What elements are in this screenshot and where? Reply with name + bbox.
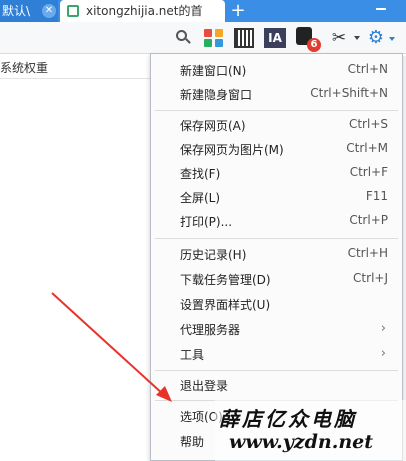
ia-icon[interactable]: IA	[264, 28, 286, 48]
menu-item-label: 保存网页(A)	[180, 119, 246, 133]
extension-badge: 6	[307, 38, 321, 52]
scissors-icon[interactable]: ✂	[329, 28, 349, 48]
menu-item-label: 帮助	[180, 435, 205, 449]
menu-item-label: 历史记录(H)	[180, 248, 247, 262]
menu-item-label: 代理服务器	[180, 323, 241, 337]
menu-item-label: 新建窗口(N)	[180, 64, 247, 78]
menu-item-print[interactable]: 打印(P)... Ctrl+P	[151, 209, 402, 233]
menu-item-new-window[interactable]: 新建窗口(N) Ctrl+N	[151, 58, 402, 82]
gear-icon[interactable]: ⚙	[366, 28, 386, 48]
favicon-icon	[67, 5, 79, 17]
menu-separator	[155, 238, 398, 239]
menu-item-shortcut: Ctrl+Shift+N	[310, 86, 388, 100]
menu-item-ui-style[interactable]: 设置界面样式(U)	[151, 292, 402, 316]
menu-item-save-page[interactable]: 保存网页(A) Ctrl+S	[151, 113, 402, 137]
minimize-icon[interactable]	[376, 8, 386, 10]
menu-item-shortcut: Ctrl+P	[349, 213, 388, 227]
menu-item-shortcut: Ctrl+N	[347, 62, 388, 76]
menu-separator	[155, 110, 398, 111]
menu-item-label: 保存网页为图片(M)	[180, 143, 284, 157]
page-partial-text: 系统权重	[0, 61, 49, 75]
menu-item-label: 打印(P)...	[180, 215, 233, 229]
search-icon[interactable]	[173, 28, 193, 48]
menu-item-label: 全屏(L)	[180, 191, 221, 205]
watermark-url: www.yzdn.net	[229, 431, 373, 453]
tab-label: 默认\	[2, 4, 31, 18]
browser-toolbar: IA ✂ ⚙	[0, 22, 406, 54]
menu-item-label: 下载任务管理(D)	[180, 273, 271, 287]
annotation-arrow-line	[51, 292, 165, 396]
menu-item-shortcut: Ctrl+F	[349, 165, 388, 179]
new-tab-button[interactable]: +	[229, 2, 247, 20]
menu-item-label: 新建隐身窗口	[180, 88, 253, 102]
watermark-title: 薛店亿众电脑	[219, 407, 357, 431]
menu-item-fullscreen[interactable]: 全屏(L) F11	[151, 185, 402, 209]
menu-item-shortcut: Ctrl+J	[353, 271, 388, 285]
menu-item-new-incognito-window[interactable]: 新建隐身窗口 Ctrl+Shift+N	[151, 82, 402, 106]
apps-icon[interactable]	[203, 28, 223, 48]
tab-active[interactable]: 默认\ ✕	[0, 0, 58, 22]
qr-code-icon[interactable]	[234, 28, 254, 48]
menu-separator	[155, 370, 398, 371]
close-icon[interactable]: ✕	[42, 4, 56, 18]
menu-item-history[interactable]: 历史记录(H) Ctrl+H	[151, 242, 402, 266]
menu-item-label: 查找(F)	[180, 167, 221, 181]
menu-item-proxy-server[interactable]: 代理服务器 ›	[151, 317, 402, 341]
menu-item-shortcut: Ctrl+H	[347, 246, 388, 260]
menu-item-tools[interactable]: 工具 ›	[151, 342, 402, 366]
menu-item-save-page-as-image[interactable]: 保存网页为图片(M) Ctrl+M	[151, 137, 402, 161]
chevron-down-icon[interactable]	[389, 37, 395, 41]
tab-strip: 默认\ ✕ xitongzhijia.net的首 +	[0, 0, 406, 22]
menu-item-find[interactable]: 查找(F) Ctrl+F	[151, 161, 402, 185]
chevron-right-icon: ›	[380, 346, 386, 361]
chevron-right-icon: ›	[380, 321, 386, 336]
menu-item-shortcut: Ctrl+M	[346, 141, 388, 155]
menu-item-label: 设置界面样式(U)	[180, 298, 271, 312]
menu-item-label: 退出登录	[180, 379, 229, 393]
tab-xitongzhijia[interactable]: xitongzhijia.net的首	[60, 0, 225, 22]
chevron-down-icon[interactable]	[354, 36, 360, 40]
menu-item-downloads[interactable]: 下载任务管理(D) Ctrl+J	[151, 267, 402, 291]
tab-label: xitongzhijia.net的首	[86, 4, 203, 18]
menu-item-shortcut: Ctrl+S	[348, 117, 388, 131]
menu-item-label: 工具	[180, 348, 205, 362]
menu-item-logout[interactable]: 退出登录	[151, 373, 402, 397]
menu-item-shortcut: F11	[365, 189, 388, 203]
